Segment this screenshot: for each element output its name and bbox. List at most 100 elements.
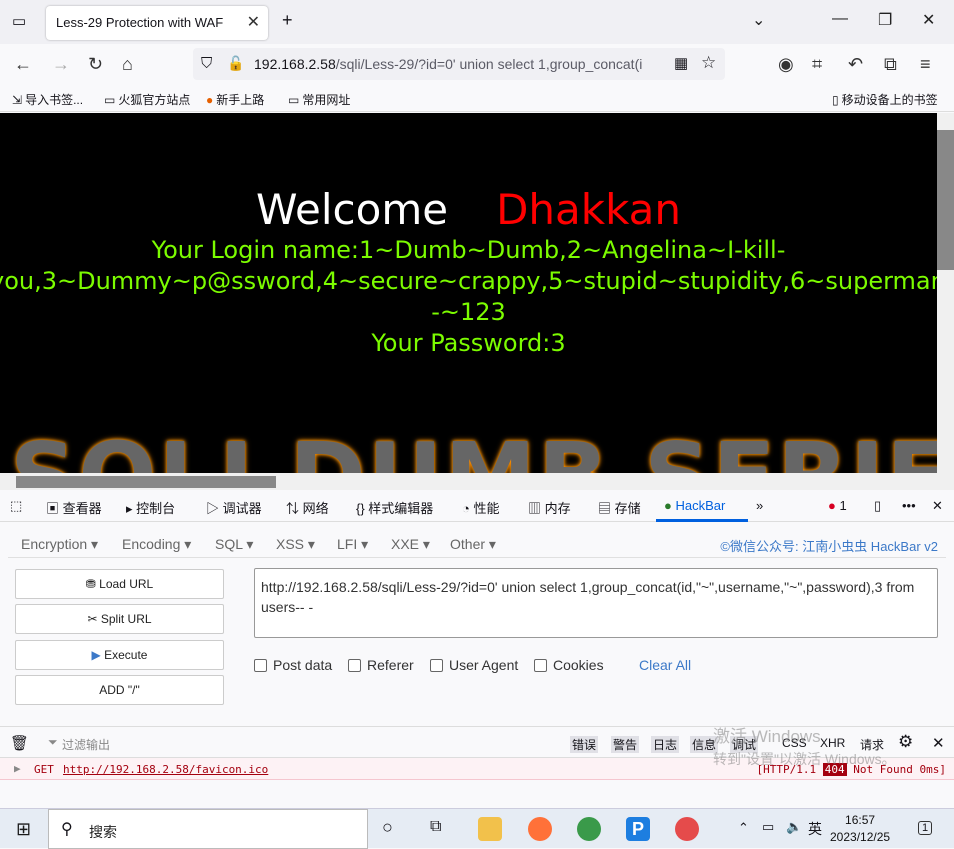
welcome-heading: Welcome Dhakkan [0, 185, 937, 234]
minimize-icon[interactable]: — [832, 10, 848, 28]
undo-icon[interactable]: ↶ [848, 54, 863, 75]
firefox-taskbar-icon[interactable] [528, 817, 552, 841]
notification-icon[interactable]: 1 [918, 821, 933, 835]
menu-sql[interactable]: SQL ▾ [215, 536, 253, 553]
reload-icon[interactable]: ↻ [88, 54, 103, 75]
bookmark-import[interactable]: ⇲ 导入书签... [12, 91, 83, 108]
tab-storage[interactable]: ▤ 存储 [598, 498, 641, 517]
devtools-close-icon[interactable]: ✕ [932, 498, 943, 514]
window-close-icon[interactable]: ✕ [922, 10, 935, 30]
tab-performance[interactable]: ◔ 性能 [462, 498, 499, 517]
tab-debugger[interactable]: ▷ 调试器 [206, 498, 262, 517]
menu-encryption[interactable]: Encryption ▾ [21, 536, 98, 553]
new-tab-icon[interactable]: + [282, 10, 293, 31]
trash-icon[interactable]: 🗑 [10, 734, 29, 752]
qr-code-icon[interactable]: ▦ [674, 54, 688, 72]
home-icon[interactable]: ⌂ [122, 54, 133, 75]
cortana-icon[interactable]: ○ [382, 817, 393, 838]
console-close-icon[interactable]: ✕ [932, 734, 945, 752]
filter-errors[interactable]: 错误 [570, 736, 599, 753]
menu-other[interactable]: Other ▾ [450, 536, 496, 553]
expand-arrow-icon[interactable]: ▶ [14, 762, 21, 775]
maximize-icon[interactable]: ❐ [878, 10, 892, 30]
load-url-button[interactable]: ⛃ Load URL [15, 569, 224, 599]
error-icon: ● [828, 498, 840, 513]
login-line-2: you,3~Dummy~p@ssword,4~secure~crappy,5~s… [0, 267, 937, 295]
split-url-button[interactable]: ✂ Split URL [15, 604, 224, 634]
tray-arrow-icon[interactable]: ⌃ [738, 820, 749, 836]
filter-warnings[interactable]: 警告 [611, 736, 640, 753]
error-count-badge[interactable]: ● 1 [828, 498, 847, 513]
tab-memory[interactable]: ▥ 内存 [528, 498, 571, 517]
hackbar-url-textarea[interactable]: http://192.168.2.58/sqli/Less-29/?id=0' … [254, 568, 938, 638]
clear-all-link[interactable]: Clear All [639, 657, 691, 673]
tab-network[interactable]: ⇅ 网络 [286, 498, 329, 517]
shield-icon[interactable]: ⛉ [201, 55, 212, 72]
app-p-icon[interactable]: P [626, 817, 650, 841]
address-bar[interactable]: ⛉ 🔓 192.168.2.58/sqli/Less-29/?id=0' uni… [193, 48, 725, 80]
inspector-icon: ▣ [46, 501, 63, 516]
devtools-menu-icon[interactable]: ••• [902, 498, 916, 513]
bookmark-mobile[interactable]: ▯ 移动设备上的书签 [832, 91, 938, 108]
volume-icon[interactable]: 🔈 [786, 819, 802, 835]
file-explorer-icon[interactable] [478, 817, 502, 841]
account-icon[interactable]: ◉ [778, 54, 794, 75]
cookies-checkbox[interactable]: Cookies [534, 657, 604, 673]
task-view-icon[interactable]: ⧉ [430, 818, 441, 836]
bookmark-common-sites[interactable]: ▭ 常用网址 [288, 91, 350, 108]
execute-button[interactable]: ▶ Execute [15, 640, 224, 670]
tab-overview-icon[interactable]: ▭ [12, 12, 26, 30]
menu-encoding[interactable]: Encoding ▾ [122, 536, 191, 553]
dock-icon[interactable]: ▯ [874, 498, 881, 514]
user-agent-checkbox[interactable]: User Agent [430, 657, 518, 673]
tab-console[interactable]: ▸ 控制台 [126, 498, 175, 517]
ime-indicator[interactable]: 英 [808, 819, 822, 839]
filter-logs[interactable]: 日志 [651, 736, 680, 753]
url-host: 192.168.2.58 [254, 56, 336, 72]
style-editor-icon: {} [356, 501, 369, 516]
console-settings-icon[interactable]: ⚙ [898, 732, 913, 752]
element-picker-icon[interactable]: ⬚ [10, 498, 22, 514]
start-icon[interactable]: ⊞ [16, 819, 31, 840]
horizontal-scroll-thumb[interactable] [16, 476, 276, 488]
filter-output-input[interactable]: 过滤输出 [62, 736, 110, 753]
post-data-checkbox[interactable]: Post data [254, 657, 332, 673]
menu-xxe[interactable]: XXE ▾ [391, 536, 430, 553]
debugger-icon: ▷ [206, 501, 223, 516]
forward-icon[interactable]: → [52, 54, 70, 75]
bookmark-getting-started[interactable]: ● 新手上路 [206, 91, 264, 108]
tab-hackbar[interactable]: ● HackBar [664, 498, 725, 513]
chrome-icon[interactable] [577, 817, 601, 841]
network-tray-icon[interactable]: ▭ [762, 819, 774, 835]
bookmark-firefox-site[interactable]: ▭ 火狐官方站点 [104, 91, 190, 108]
menu-lfi[interactable]: LFI ▾ [337, 536, 368, 553]
browser-tab[interactable]: Less-29 Protection with WAF ✕ [46, 6, 268, 40]
tab-close-icon[interactable]: ✕ [247, 12, 260, 32]
checkbox-label: Post data [273, 657, 333, 673]
taskbar-clock[interactable]: 16:57 2023/12/25 [830, 812, 890, 846]
screenshot-icon[interactable]: ⌗ [812, 54, 822, 75]
tab-style-editor[interactable]: {} 样式编辑器 [356, 498, 433, 517]
menu-icon[interactable]: ≡ [920, 54, 931, 75]
more-tools-icon[interactable]: » [756, 498, 763, 513]
firefox-icon: ● [206, 93, 214, 107]
hackbar-credit[interactable]: ©微信公众号: 江南小虫虫 HackBar v2 [720, 536, 938, 555]
extensions-icon[interactable]: ⧉ [884, 54, 897, 75]
url-text[interactable]: 192.168.2.58/sqli/Less-29/?id=0' union s… [254, 56, 664, 72]
menu-xss[interactable]: XSS ▾ [276, 536, 315, 553]
welcome-text: Welcome [255, 185, 449, 234]
app-colorful-icon[interactable] [675, 817, 699, 841]
tab-list-icon[interactable]: ⌄ [752, 10, 765, 30]
tab-label: 性能 [473, 501, 500, 516]
back-icon[interactable]: ← [14, 54, 32, 75]
add-slash-button[interactable]: ADD "/" [15, 675, 224, 705]
vertical-scroll-thumb[interactable] [937, 130, 954, 270]
bookmark-star-icon[interactable]: ☆ [701, 53, 716, 73]
request-url-link[interactable]: http://192.168.2.58/favicon.ico [63, 763, 268, 776]
taskbar-search[interactable]: ⚲ 搜索 [48, 809, 368, 849]
tab-inspector[interactable]: ▣ 查看器 [46, 498, 102, 517]
tab-label: 控制台 [136, 501, 176, 516]
bookmark-label: 移动设备上的书签 [841, 93, 938, 107]
insecure-lock-icon[interactable]: 🔓 [227, 55, 244, 72]
referer-checkbox[interactable]: Referer [348, 657, 414, 673]
